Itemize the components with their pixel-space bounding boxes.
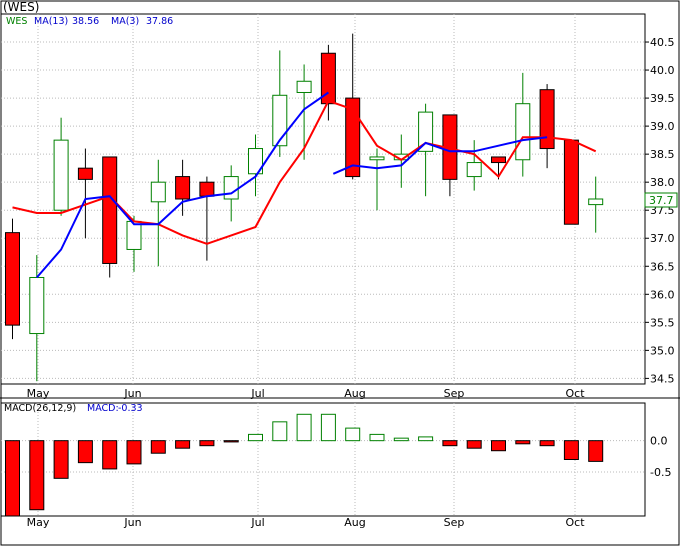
candle-body-down [199, 181, 215, 197]
candle-body-up [466, 162, 482, 178]
macd-bar-negative [199, 440, 215, 447]
macd-month-label: Jul [250, 516, 264, 529]
price-tick-label: 34.5 [650, 372, 675, 385]
macd-month-label: Sep [444, 516, 465, 529]
price-tick-label: 35.0 [650, 344, 675, 357]
macd-bar-positive [272, 421, 288, 442]
chart-svg: 34.535.035.536.036.537.037.538.038.539.0… [0, 0, 680, 546]
candle-body-down [539, 89, 555, 150]
background [0, 0, 680, 546]
macd-bar-negative [53, 440, 69, 479]
candle-body-up [223, 176, 239, 200]
price-tick-label: 36.0 [650, 288, 675, 301]
candle-body-up [29, 276, 45, 335]
candle-body-up [296, 80, 312, 93]
legend-ma13-label: MA(13) [34, 16, 68, 27]
macd-bar-positive [320, 413, 336, 442]
macd-bar-negative [563, 440, 579, 460]
candle-body-down [491, 156, 506, 164]
candle-body-up [369, 156, 385, 161]
candle-body-down [563, 139, 579, 225]
macd-legend-value: -0.33 [118, 403, 143, 414]
macd-month-label: Aug [344, 516, 365, 529]
macd-bar-negative [175, 440, 191, 449]
price-tick-label: 38.5 [650, 148, 675, 161]
price-tick-label: 39.0 [650, 120, 675, 133]
macd-month-label: May [27, 516, 50, 529]
price-tick-label: 40.0 [650, 64, 675, 77]
macd-bar-negative [539, 440, 555, 447]
macd-bar-negative [466, 440, 482, 449]
candle-body-up [126, 220, 142, 250]
stock-chart: 34.5 35.0 35.5 36.0 36.5 37.0 37.5 38.0 38.5 39.0… [0, 0, 680, 546]
month-label: Oct [565, 387, 585, 400]
price-tick-label: 40.5 [650, 36, 675, 49]
candle-body-up [588, 198, 604, 206]
chart-title: (WES) [3, 0, 39, 14]
legend-ma13-value: 38.56 [72, 16, 99, 27]
month-label: Jul [250, 387, 264, 400]
macd-bar-negative [77, 440, 93, 464]
month-label: Jun [123, 387, 141, 400]
macd-bar-negative [5, 440, 20, 517]
price-tick-label: 39.5 [650, 92, 675, 105]
macd-month-label: Jun [123, 516, 141, 529]
macd-legend-label: MACD(26,12,9) [4, 403, 76, 414]
macd-month-label: Oct [565, 516, 585, 529]
candle-body-down [5, 232, 20, 326]
macd-tick-label: 0.0 [650, 435, 668, 448]
candle-body-up [515, 103, 531, 161]
macd-bar-negative [588, 440, 604, 462]
macd-bar-negative [102, 440, 118, 470]
price-tick-label: 36.5 [650, 260, 675, 273]
macd-bar-positive [248, 433, 263, 442]
macd-bar-negative [223, 440, 239, 443]
candle-body-up [150, 181, 166, 203]
candle [5, 218, 20, 340]
candle-body-down [77, 167, 93, 180]
macd-bar-negative [150, 440, 166, 454]
candle [102, 156, 118, 278]
macd-bar-positive [296, 413, 312, 442]
price-tick-label: 35.5 [650, 316, 675, 329]
candle-body-down [175, 176, 191, 200]
candle-body-up [272, 94, 288, 147]
legend-ma3-value: 37.86 [146, 16, 173, 27]
macd-bar-positive [393, 437, 409, 442]
macd-bar-negative [29, 440, 45, 511]
price-tick-label: 38.0 [650, 176, 675, 189]
macd-bar-positive [418, 436, 434, 442]
legend-ma3-label: MA(3) [111, 16, 139, 27]
candle [563, 139, 579, 225]
month-label: Aug [344, 387, 365, 400]
legend-ticker: WES [6, 16, 27, 27]
macd-bar-negative [126, 440, 142, 465]
macd-bar-negative [515, 440, 531, 445]
macd-bar-negative [442, 440, 458, 447]
macd-bar-positive [345, 427, 361, 442]
macd-bar-negative [491, 440, 506, 452]
price-tick-label: 37.0 [650, 232, 675, 245]
month-label: Sep [444, 387, 465, 400]
candle-body-up [53, 139, 69, 211]
macd-tick-label: -0.5 [650, 466, 671, 479]
last-price-label: 37.7 [649, 194, 674, 207]
month-label: May [27, 387, 50, 400]
macd-legend-value-label: MACD: [87, 403, 119, 414]
macd-bar-positive [369, 433, 385, 442]
candle-body-down [102, 156, 118, 264]
